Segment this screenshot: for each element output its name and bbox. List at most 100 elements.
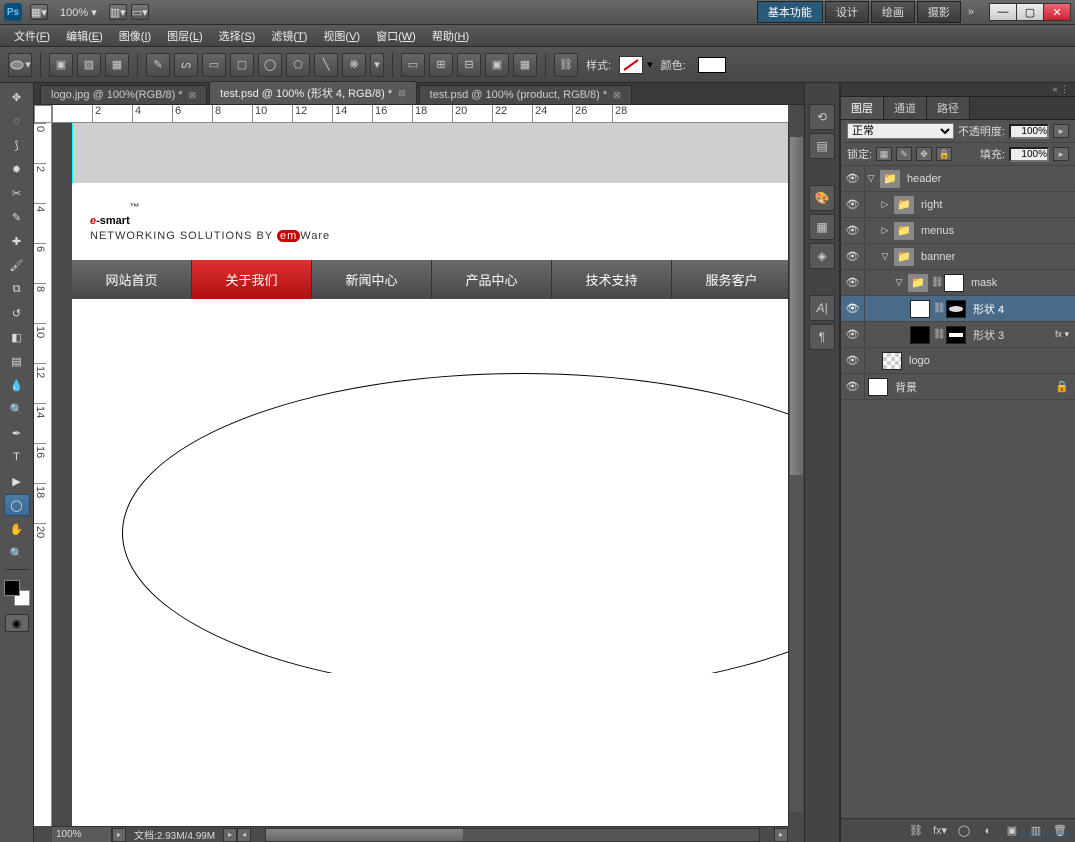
layer-name[interactable]: header <box>907 173 941 185</box>
workspace-摄影[interactable]: 摄影 <box>917 1 961 23</box>
canvas[interactable]: e-smart™ NETWORKING SOLUTIONS BY emWare … <box>72 123 788 826</box>
paragraph-panel-icon[interactable]: ¶ <box>809 324 835 350</box>
foreground-color[interactable] <box>4 580 20 596</box>
scrollbar-vertical[interactable] <box>788 123 804 826</box>
lock-pixels[interactable]: ✎ <box>896 147 912 161</box>
layer-row[interactable]: 👁▽📁⛓mask <box>841 270 1075 296</box>
quick-mask-button[interactable]: ◉ <box>5 614 29 632</box>
disclosure-icon[interactable]: ▽ <box>865 173 877 184</box>
close-tab-icon[interactable]: ⊠ <box>189 90 197 101</box>
brush-tool[interactable]: 🖌 <box>4 254 30 276</box>
blur-tool[interactable]: 💧 <box>4 374 30 396</box>
lock-transparency[interactable]: ▦ <box>876 147 892 161</box>
pathop-add[interactable]: ⊞ <box>429 53 453 77</box>
pathop-subtract[interactable]: ⊟ <box>457 53 481 77</box>
status-flyout[interactable]: ▸ <box>223 828 237 842</box>
document-tab[interactable]: test.psd @ 100% (形状 4, RGB/8) *⊠ <box>209 81 417 104</box>
hand-tool[interactable]: ✋ <box>4 518 30 540</box>
menu-H[interactable]: 帮助(H) <box>424 26 477 46</box>
menu-E[interactable]: 编辑(E) <box>58 26 111 46</box>
color-picker[interactable] <box>4 580 30 606</box>
character-panel-icon[interactable]: A| <box>809 295 835 321</box>
crop-tool[interactable]: ✂ <box>4 182 30 204</box>
pen-tool[interactable]: ✒ <box>4 422 30 444</box>
history-brush-tool[interactable]: ↺ <box>4 302 30 324</box>
color-panel-icon[interactable]: 🎨 <box>809 185 835 211</box>
menu-V[interactable]: 视图(V) <box>315 26 368 46</box>
freeform-pen-icon[interactable]: ᔕ <box>174 53 198 77</box>
ruler-horizontal[interactable]: 246810121416182022242628 <box>52 105 788 123</box>
blend-mode-select[interactable]: 正常 <box>847 123 954 139</box>
pathop-new[interactable]: ▭ <box>401 53 425 77</box>
zoom-level[interactable]: 100% ▾ <box>54 6 103 19</box>
layer-name[interactable]: right <box>921 199 942 211</box>
move-tool[interactable]: ✥ <box>4 86 30 108</box>
status-menu[interactable]: ▸ <box>112 828 126 842</box>
document-tab[interactable]: test.psd @ 100% (product, RGB/8) *⊠ <box>419 85 632 104</box>
fill-color-swatch[interactable] <box>698 57 726 73</box>
collapse-panels[interactable]: « ⋮ <box>841 83 1075 97</box>
disclosure-icon[interactable]: ▽ <box>893 277 905 288</box>
link-icon[interactable]: ⛓ <box>554 53 578 77</box>
workspace-more[interactable]: » <box>968 6 974 18</box>
ruler-vertical[interactable]: 02468101214161820 <box>34 123 52 826</box>
swatches-panel-icon[interactable]: ▦ <box>809 214 835 240</box>
link-layers-icon[interactable]: ⛓ <box>907 824 925 837</box>
history-panel-icon[interactable]: ⟲ <box>809 104 835 130</box>
zoom-tool[interactable]: 🔍 <box>4 542 30 564</box>
menu-S[interactable]: 选择(S) <box>211 26 264 46</box>
panel-tab-通道[interactable]: 通道 <box>884 97 927 119</box>
maximize-button[interactable]: ▢ <box>1016 3 1044 21</box>
opacity-input[interactable] <box>1009 124 1049 139</box>
gradient-tool[interactable]: ▤ <box>4 350 30 372</box>
visibility-icon[interactable]: 👁 <box>841 348 865 373</box>
document-tab[interactable]: logo.jpg @ 100%(RGB/8) *⊠ <box>40 85 207 104</box>
line-shape[interactable]: ╲ <box>314 53 338 77</box>
zoom-input[interactable]: 100% <box>52 827 112 842</box>
visibility-icon[interactable]: 👁 <box>841 322 865 347</box>
close-button[interactable]: ✕ <box>1043 3 1071 21</box>
paths-mode[interactable]: ▨ <box>77 53 101 77</box>
visibility-icon[interactable]: 👁 <box>841 218 865 243</box>
menu-F[interactable]: 文件(F) <box>6 26 58 46</box>
tool-preset[interactable]: ▾ <box>8 53 32 77</box>
marquee-tool[interactable]: ◌ <box>4 110 30 132</box>
ellipse-shape[interactable]: ◯ <box>258 53 282 77</box>
fill-slider[interactable]: ▸ <box>1053 147 1069 161</box>
lock-all[interactable]: 🔒 <box>936 147 952 161</box>
stamp-tool[interactable]: ⧉ <box>4 278 30 300</box>
layer-name[interactable]: 背景 <box>895 379 917 395</box>
layer-name[interactable]: mask <box>971 277 997 289</box>
polygon-shape[interactable]: ⬠ <box>286 53 310 77</box>
path-select-tool[interactable]: ▶ <box>4 470 30 492</box>
visibility-icon[interactable]: 👁 <box>841 296 865 321</box>
eraser-tool[interactable]: ◧ <box>4 326 30 348</box>
visibility-icon[interactable]: 👁 <box>841 244 865 269</box>
layer-row[interactable]: 👁⛓形状 3fx ▾ <box>841 322 1075 348</box>
lasso-tool[interactable]: ⟆ <box>4 134 30 156</box>
scroll-right[interactable]: ▸ <box>774 828 788 842</box>
screen-mode-button[interactable]: ▭▾ <box>131 4 149 20</box>
disclosure-icon[interactable]: ▷ <box>879 225 891 236</box>
layer-name[interactable]: menus <box>921 225 954 237</box>
disclosure-icon[interactable]: ▷ <box>879 199 891 210</box>
lock-position[interactable]: ✥ <box>916 147 932 161</box>
fill-input[interactable] <box>1009 147 1049 162</box>
layer-row[interactable]: 👁▽📁header <box>841 166 1075 192</box>
visibility-icon[interactable]: 👁 <box>841 374 865 399</box>
minimize-button[interactable]: — <box>989 3 1017 21</box>
pathop-intersect[interactable]: ▣ <box>485 53 509 77</box>
shape-tool[interactable]: ◯ <box>4 494 30 516</box>
layer-name[interactable]: banner <box>921 251 955 263</box>
layer-row[interactable]: 👁▷📁right <box>841 192 1075 218</box>
close-tab-icon[interactable]: ⊠ <box>398 88 406 99</box>
menu-T[interactable]: 滤镜(T) <box>263 26 315 46</box>
arrange-docs-button[interactable]: ▦▾ <box>30 4 48 20</box>
shape-layers-mode[interactable]: ▣ <box>49 53 73 77</box>
layer-name[interactable]: 形状 4 <box>973 301 1004 317</box>
ellipse-shape-path[interactable] <box>122 373 788 693</box>
scroll-left[interactable]: ◂ <box>237 828 251 842</box>
workspace-绘画[interactable]: 绘画 <box>871 1 915 23</box>
pathop-exclude[interactable]: ▦ <box>513 53 537 77</box>
pen-icon[interactable]: ✎ <box>146 53 170 77</box>
